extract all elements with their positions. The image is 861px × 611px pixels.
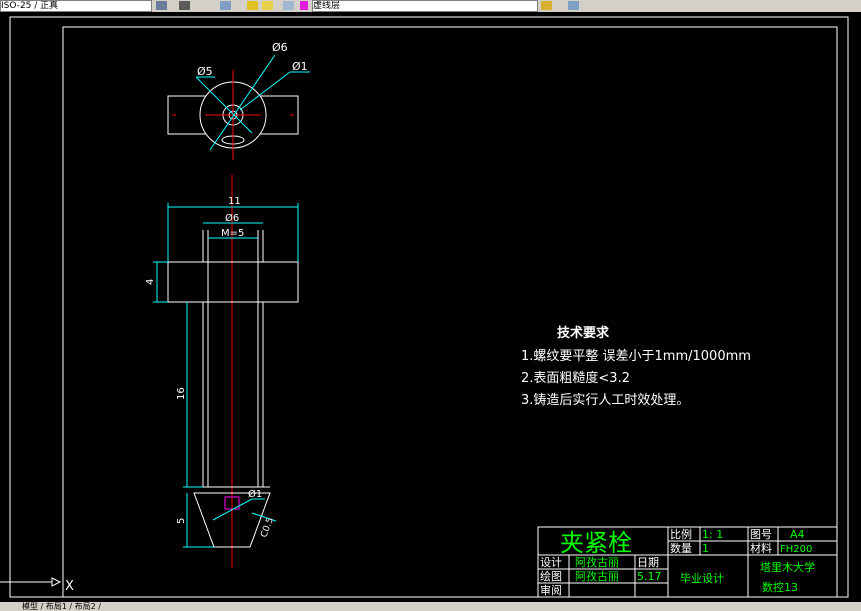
draw-label: 绘图 [540, 569, 562, 583]
drawing-no-label: 图号 [750, 528, 772, 541]
qty-label: 数量 [670, 542, 692, 555]
qty-value: 1 [702, 542, 709, 555]
tech-req-item-3: 3.铸造后实行人工时效处理。 [521, 392, 689, 408]
design-label: 设计 [540, 556, 562, 569]
project-name: 毕业设计 [680, 572, 724, 585]
front-view-head [167, 261, 299, 303]
review-label: 审阅 [540, 583, 562, 597]
scale-label: 比例 [670, 527, 692, 541]
date-label: 日期 [637, 556, 659, 569]
layer-color-icon [300, 1, 308, 10]
draw-name: 阿孜古丽 [575, 569, 619, 583]
class-name: 数控13 [762, 580, 798, 594]
layout-tabs-bar: 模型 / 布局1 / 布局2 / [0, 602, 861, 611]
layer-dropdown-value: 虚线层 [313, 1, 341, 11]
dim-4: 4 [145, 279, 156, 285]
layer-manager-icon[interactable] [179, 1, 190, 10]
top-view: Ø5 Ø6 Ø1 [167, 41, 310, 160]
tech-req-item-1: 1.螺纹要平整 误差小于1mm/1000mm [521, 349, 751, 364]
layer-lock-icon[interactable] [283, 1, 294, 10]
dim-16: 16 [176, 387, 187, 400]
drawing-canvas[interactable]: Ø5 Ø6 Ø1 11 Ø6 M=5 4 16 5 Ø1 C0.5 技术要求 1… [0, 12, 861, 602]
sheet-inner-border [62, 26, 838, 598]
match-properties-icon[interactable] [156, 1, 167, 10]
sheet-outer-border [9, 16, 849, 598]
style-dropdown-value: ISO-25 / 正真 [1, 1, 59, 11]
front-view-shank [202, 301, 264, 488]
tech-req-title: 技术要求 [557, 325, 610, 341]
front-view: 11 Ø6 M=5 4 16 5 Ø1 C0.5 [145, 175, 299, 568]
dim-phi1-top: Ø1 [292, 60, 308, 73]
dim-5: 5 [176, 518, 187, 524]
style-dropdown[interactable]: ISO-25 / 正真 [0, 0, 152, 12]
dim-phi6-top: Ø6 [272, 41, 288, 54]
tech-req-item-2: 2.表面粗糙度<3.2 [521, 370, 630, 386]
make-layer-current-icon[interactable] [541, 1, 552, 10]
dim-phi1-front: Ø1 [248, 488, 262, 500]
dim-phi6-front: Ø6 [225, 212, 239, 224]
layer-freeze-icon[interactable] [262, 1, 273, 10]
material-value: FH200 [780, 544, 812, 555]
school-name: 塔里木大学 [760, 560, 815, 574]
layer-dropdown[interactable]: 虚线层 [312, 0, 538, 12]
dim-11: 11 [228, 196, 241, 207]
layer-previous-icon[interactable] [568, 1, 579, 10]
dim-m5: M=5 [221, 228, 244, 239]
layer-on-icon[interactable] [247, 1, 258, 10]
part-name: 夹紧栓 [560, 529, 632, 557]
scale-value: 1: 1 [702, 528, 723, 541]
dim-phi5-top: Ø5 [197, 65, 213, 78]
drawing-no-value: A4 [790, 528, 805, 541]
dim-chamfer: C0.5 [259, 516, 275, 539]
layout-tabs[interactable]: 模型 / 布局1 / 布局2 / [22, 602, 101, 611]
technical-requirements: 技术要求 1.螺纹要平整 误差小于1mm/1000mm 2.表面粗糙度<3.2 … [521, 325, 751, 408]
ucs-x-arrow-icon [51, 577, 62, 587]
design-name: 阿孜古丽 [575, 555, 619, 569]
material-label: 材料 [750, 541, 772, 555]
title-block-text: 夹紧栓 比例 1: 1 图号 A4 数量 1 材料 FH200 设计 阿孜古丽 … [540, 527, 815, 597]
layer-states-icon[interactable] [220, 1, 231, 10]
draw-date: 5.17 [637, 570, 662, 583]
ucs-x-label: X [65, 579, 74, 594]
